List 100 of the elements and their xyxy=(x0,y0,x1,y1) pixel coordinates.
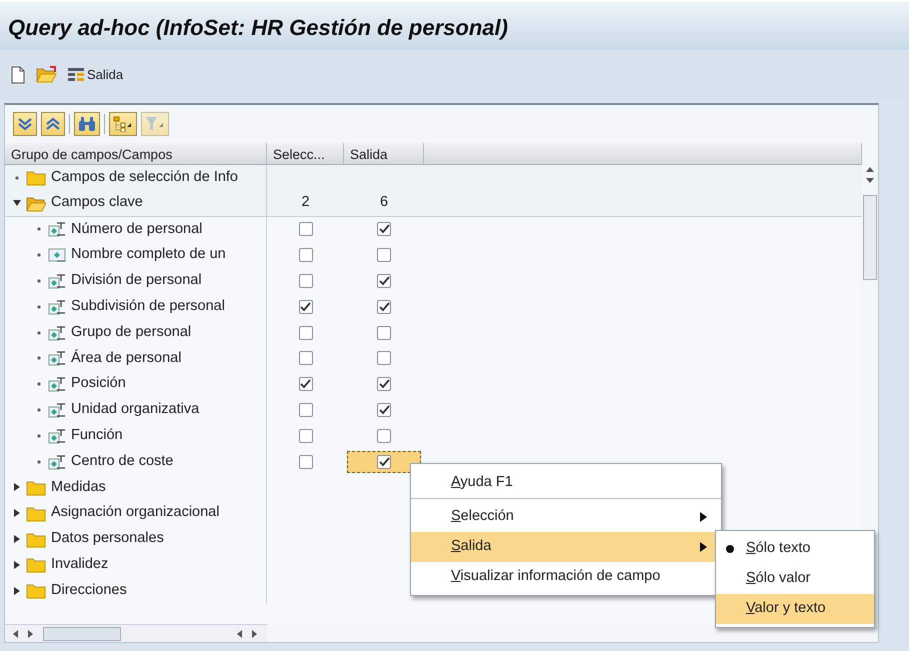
expanded-arrow-icon[interactable] xyxy=(13,199,21,208)
folder-icon xyxy=(36,66,58,84)
checkbox[interactable] xyxy=(377,274,391,288)
open-button[interactable] xyxy=(36,66,58,84)
open-folder-icon xyxy=(26,194,46,212)
tree-item-label[interactable]: Direcciones xyxy=(51,580,127,602)
folder-icon xyxy=(26,556,46,574)
field-icon xyxy=(48,350,66,366)
funnel-icon xyxy=(145,116,165,132)
tree-item-label[interactable]: Campos de selección de Info xyxy=(51,167,238,189)
field-icon xyxy=(48,298,66,315)
new-button[interactable] xyxy=(10,66,26,84)
checkbox[interactable] xyxy=(298,274,312,288)
field-icon xyxy=(48,247,66,264)
scroll-right-icon[interactable] xyxy=(27,628,35,638)
tree-item-label[interactable]: Área de personal xyxy=(71,348,182,370)
binoculars-icon xyxy=(78,116,96,132)
tree-item-label[interactable]: Datos personales xyxy=(51,528,164,550)
tree-item-label[interactable]: Campos clave xyxy=(51,192,143,214)
checkbox[interactable] xyxy=(377,351,391,366)
scroll-left-icon[interactable] xyxy=(235,628,243,638)
window-title: Query ad-hoc (InfoSet: HR Gestión de personal) xyxy=(8,15,508,42)
field-icon xyxy=(48,221,66,238)
bullet-icon xyxy=(35,251,43,260)
submenu-arrow-icon xyxy=(700,542,707,552)
tree-item-label[interactable]: Asignación organizacional xyxy=(51,502,220,524)
checkbox[interactable] xyxy=(298,300,312,314)
bullet-icon xyxy=(35,302,43,311)
field-icon xyxy=(48,428,66,444)
tree-item-label[interactable]: Medidas xyxy=(51,476,106,498)
collapsed-arrow-icon[interactable] xyxy=(13,509,21,518)
folder-icon xyxy=(26,504,46,522)
bullet-icon xyxy=(35,458,43,466)
menu-item[interactable]: Sólo valor xyxy=(716,564,874,594)
scroll-left-icon[interactable] xyxy=(11,628,19,638)
field-icon xyxy=(48,402,66,418)
checkbox[interactable] xyxy=(298,248,312,262)
bullet-icon xyxy=(35,328,43,337)
folder-icon xyxy=(26,530,46,548)
folder-icon xyxy=(26,169,46,186)
tree-item-label[interactable]: Posición xyxy=(71,373,126,396)
menu-item[interactable]: Ayuda F1 xyxy=(411,467,721,499)
bullet-icon xyxy=(35,225,43,234)
scroll-right-icon[interactable] xyxy=(251,628,259,638)
tree-item-label[interactable]: Centro de coste xyxy=(71,450,174,473)
count: 2 xyxy=(301,193,310,212)
bullet-icon xyxy=(35,380,43,388)
checkbox[interactable] xyxy=(377,248,391,262)
checkbox[interactable] xyxy=(377,326,391,340)
checkbox[interactable] xyxy=(298,377,312,392)
field-icon xyxy=(48,454,66,470)
bullet-icon xyxy=(13,174,21,182)
checkbox[interactable] xyxy=(298,403,312,418)
bullet-icon xyxy=(35,277,43,286)
checkbox[interactable] xyxy=(298,454,312,469)
submenu-arrow-icon xyxy=(700,512,707,522)
bullet-icon xyxy=(35,406,43,414)
focused-cell[interactable] xyxy=(347,450,421,473)
tree-icon xyxy=(113,116,133,132)
menu-item[interactable]: Selección xyxy=(411,502,721,532)
field-icon xyxy=(48,273,66,290)
checkbox[interactable] xyxy=(377,428,391,443)
horizontal-scrollbar[interactable] xyxy=(5,624,267,642)
checkbox[interactable] xyxy=(298,351,312,366)
tree-item-label[interactable]: Unidad organizativa xyxy=(71,399,200,421)
document-icon xyxy=(10,66,26,84)
collapse-all-button[interactable] xyxy=(41,112,65,136)
checkbox[interactable] xyxy=(377,300,391,314)
double-chevron-up-icon xyxy=(45,116,61,132)
tree-item-label[interactable]: División de personal xyxy=(71,270,202,292)
checkbox[interactable] xyxy=(377,222,391,236)
tree-item-label[interactable]: Función xyxy=(71,424,123,447)
scroll-down-icon[interactable] xyxy=(865,177,875,185)
tree-item-label[interactable]: Subdivisión de personal xyxy=(71,296,225,318)
field-icon xyxy=(48,376,66,392)
collapsed-arrow-icon[interactable] xyxy=(13,586,21,595)
scroll-thumb[interactable] xyxy=(863,195,877,280)
bullet-icon xyxy=(35,354,43,362)
menu-item[interactable]: Valor y texto xyxy=(716,594,874,624)
tree-layout-button[interactable] xyxy=(109,112,137,136)
checkbox[interactable] xyxy=(377,454,391,469)
collapsed-arrow-icon[interactable] xyxy=(13,560,21,569)
checkbox[interactable] xyxy=(377,377,391,392)
bullet-icon xyxy=(35,432,43,440)
scroll-thumb[interactable] xyxy=(43,626,121,640)
folder-icon xyxy=(26,478,46,496)
expand-all-button[interactable] xyxy=(13,112,37,136)
output-button[interactable]: Salida xyxy=(68,65,124,85)
checkbox[interactable] xyxy=(377,403,391,418)
tree-item-label[interactable]: Nombre completo de un xyxy=(71,244,226,266)
checkbox[interactable] xyxy=(298,428,312,443)
checkbox[interactable] xyxy=(298,326,312,340)
tree-item-label[interactable]: Grupo de personal xyxy=(71,322,192,344)
find-button[interactable] xyxy=(74,112,100,136)
checkbox[interactable] xyxy=(298,222,312,236)
tree-item-label[interactable]: Número de personal xyxy=(71,218,202,240)
collapsed-arrow-icon[interactable] xyxy=(13,483,21,492)
collapsed-arrow-icon[interactable] xyxy=(13,535,21,544)
scroll-up-icon[interactable] xyxy=(865,165,875,173)
tree-item-label[interactable]: Invalidez xyxy=(51,554,108,576)
